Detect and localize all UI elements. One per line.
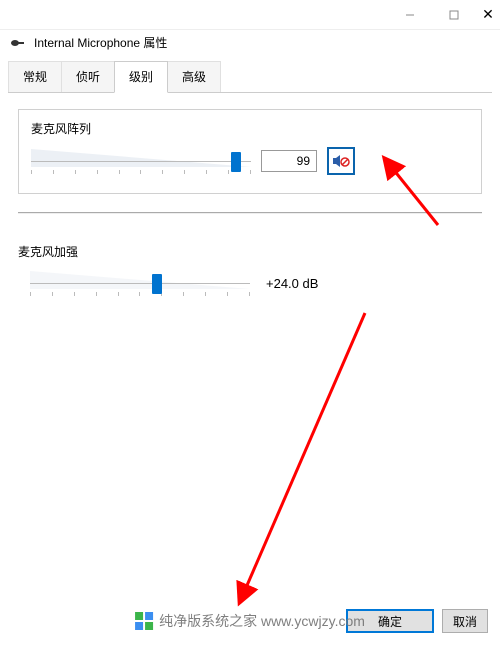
annotation-arrow-ok [230,308,390,608]
mic-array-row [31,147,469,175]
mic-array-label: 麦克风阵列 [31,120,469,137]
mic-array-slider[interactable] [31,148,251,174]
speaker-muted-icon [332,153,350,169]
maximize-button[interactable] [432,0,476,30]
mic-array-thumb[interactable] [231,152,241,172]
tab-listen[interactable]: 侦听 [61,61,115,93]
slider-wedge [31,149,251,167]
slider-track [31,161,251,162]
mic-boost-row: +24.0 dB [18,270,482,296]
mic-array-value[interactable] [261,150,317,172]
titlebar: ✕ [0,0,500,30]
close-button[interactable]: ✕ [476,3,500,27]
content-area: 麦克风阵列 麦克风加强 [0,93,500,340]
window-header: Internal Microphone 属性 [0,30,500,61]
dialog-buttons: 确定 取消 [346,609,488,633]
slider-track [30,283,250,284]
watermark-logo-icon [135,612,153,630]
tab-advanced[interactable]: 高级 [167,61,221,93]
cancel-button[interactable]: 取消 [442,609,488,633]
microphone-icon [10,35,26,51]
slider-ticks [30,292,250,296]
mic-boost-slider[interactable] [30,270,250,296]
tab-levels[interactable]: 级别 [114,61,168,93]
divider [18,212,482,213]
minimize-button[interactable] [388,0,432,30]
mic-boost-label: 麦克风加强 [18,243,482,260]
tabs: 常规 侦听 级别 高级 [0,61,500,93]
ok-button[interactable]: 确定 [346,609,434,633]
mute-button[interactable] [327,147,355,175]
watermark-text: 纯净版系统之家 www.ycwjzy.com [159,611,365,631]
tab-underline [8,92,492,93]
mic-array-group: 麦克风阵列 [18,109,482,194]
slider-wedge [30,271,250,289]
window-title: Internal Microphone 属性 [34,34,167,51]
tab-general[interactable]: 常规 [8,61,62,93]
mic-boost-thumb[interactable] [152,274,162,294]
slider-ticks [31,170,251,174]
mic-boost-value: +24.0 dB [260,276,318,291]
mic-boost-group: 麦克风加强 +24.0 dB [18,233,482,314]
watermark: 纯净版系统之家 www.ycwjzy.com [135,611,365,631]
